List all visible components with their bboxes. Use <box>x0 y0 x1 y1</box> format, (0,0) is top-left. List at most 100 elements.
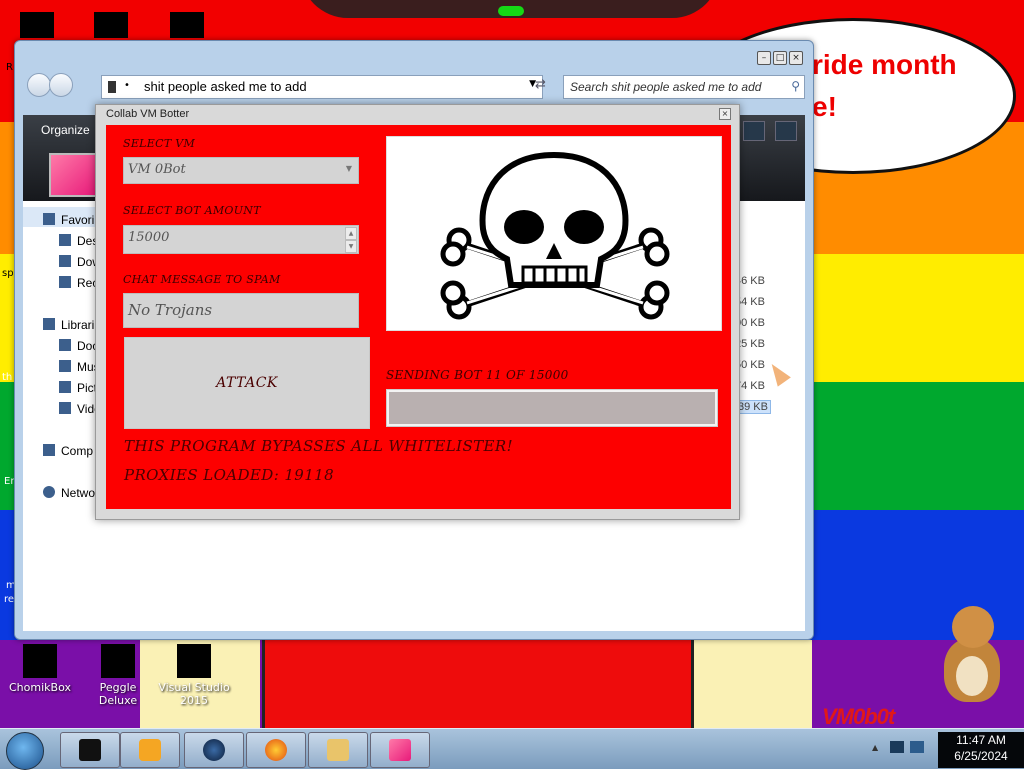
hamster-belly <box>956 656 988 696</box>
start-button[interactable] <box>6 732 44 770</box>
taskbar-item-folder[interactable] <box>308 732 368 768</box>
progress-fill <box>389 392 715 424</box>
file-size-selected[interactable]: 39 KB <box>735 400 771 414</box>
chat-message-input[interactable]: No Trojans <box>123 293 359 328</box>
clock-date: 6/25/2024 <box>954 749 1008 763</box>
botter-app-icon <box>389 739 411 761</box>
recent-icon <box>59 276 71 288</box>
nav-item-favorites[interactable]: Favori <box>43 213 94 227</box>
view-icon[interactable] <box>743 121 765 141</box>
back-button[interactable] <box>27 73 51 97</box>
peggle-icon <box>101 644 135 678</box>
left-fragment: th <box>2 372 13 383</box>
taskbar-item-explorer[interactable] <box>60 732 120 768</box>
desktop-icon-top-3[interactable] <box>170 12 204 38</box>
vm-watermark: VM0b0t <box>822 704 895 729</box>
maximize-button[interactable]: □ <box>773 51 787 65</box>
skull-crossbones-icon <box>440 151 670 320</box>
bot-amount-value: 15000 <box>128 230 170 245</box>
botter-panel: SELECT VM VM 0Bot ▼ SELECT BOT AMOUNT 15… <box>106 125 731 509</box>
folder-thumbnail <box>49 153 97 197</box>
address-bar[interactable]: • shit people asked me to add ▼ <box>101 75 543 99</box>
stepper-down-button[interactable]: ▼ <box>345 240 357 253</box>
desktop-icon <box>59 234 71 246</box>
taskbar: ▲ 11:47 AM 6/25/2024 <box>0 728 1024 770</box>
system-clock[interactable]: 11:47 AM 6/25/2024 <box>938 732 1024 768</box>
close-button[interactable]: × <box>719 108 731 120</box>
nav-item-computer[interactable]: Comp <box>43 444 93 458</box>
close-button[interactable]: × <box>789 51 803 65</box>
select-vm-dropdown[interactable]: VM 0Bot ▼ <box>123 157 359 184</box>
hamster-image <box>938 604 1004 708</box>
taskbar-item-globe[interactable] <box>184 732 244 768</box>
taskbar-item-botter[interactable] <box>370 732 430 768</box>
top-led-light <box>498 6 524 16</box>
search-box[interactable]: Search shit people asked me to add ⚲ <box>563 75 805 99</box>
window-title: Collab VM Botter <box>106 108 190 120</box>
left-fragment: sp <box>2 268 14 279</box>
taskbar-item-firefox[interactable] <box>246 732 306 768</box>
volume-tray-icon[interactable] <box>910 741 924 753</box>
bypass-text: THIS PROGRAM BYPASSES ALL WHITELISTER! <box>124 437 514 455</box>
media-player-icon <box>139 739 161 761</box>
stepper-up-button[interactable]: ▲ <box>345 227 357 240</box>
attack-button[interactable]: ATTACK <box>124 337 370 429</box>
hamster-head <box>952 606 994 648</box>
desktop-icon-visual-studio[interactable]: Visual Studio 2015 <box>156 644 232 707</box>
library-icon <box>43 318 55 330</box>
chat-message-label: CHAT MESSAGE TO SPAM <box>123 273 281 286</box>
desktop-icon-label: Peggle Deluxe <box>98 681 138 707</box>
desktop-icon-label: ChomikBox <box>9 681 71 694</box>
nav-item-network[interactable]: Netwo <box>43 486 95 500</box>
breadcrumb-arrow-icon: • <box>124 80 130 91</box>
nav-item-music[interactable]: Mus <box>59 360 100 374</box>
window-controls: – □ × <box>757 51 803 65</box>
desktop-icon-label: Visual Studio 2015 <box>158 681 230 707</box>
chomikbox-icon <box>23 644 57 678</box>
collab-vm-botter-window: Collab VM Botter × SELECT VM VM 0Bot ▼ S… <box>95 104 740 520</box>
forward-button[interactable] <box>49 73 73 97</box>
progress-bar <box>386 389 718 427</box>
tray-expand-icon[interactable]: ▲ <box>872 743 878 752</box>
bot-amount-stepper[interactable]: 15000 ▲ ▼ <box>123 225 359 254</box>
address-path: shit people asked me to add <box>144 79 307 94</box>
globe-icon <box>203 739 225 761</box>
network-icon <box>43 486 55 498</box>
desktop-icon-peggle[interactable]: Peggle Deluxe <box>80 644 156 707</box>
star-icon <box>43 213 55 225</box>
preview-pane-icon[interactable] <box>775 121 797 141</box>
bot-amount-label: SELECT BOT AMOUNT <box>123 204 261 217</box>
computer-icon <box>43 444 55 456</box>
speech-bubble-text: ride month e! <box>812 44 957 128</box>
left-fragment: R <box>6 62 13 73</box>
desktop-icon-chomikbox[interactable]: ChomikBox <box>2 644 78 694</box>
skull-image <box>386 136 722 331</box>
network-tray-icon[interactable] <box>890 741 904 753</box>
clock-time: 11:47 AM <box>956 733 1006 747</box>
nav-buttons <box>27 73 73 97</box>
search-icon[interactable]: ⚲ <box>791 79 800 93</box>
taskbar-item-media[interactable] <box>120 732 180 768</box>
videos-icon <box>59 402 71 414</box>
left-fragment: re <box>4 594 15 605</box>
select-vm-label: SELECT VM <box>123 137 196 150</box>
minimize-button[interactable]: – <box>757 51 771 65</box>
organize-menu[interactable]: Organize <box>41 123 90 137</box>
firefox-icon <box>265 739 287 761</box>
pictures-icon <box>59 381 71 393</box>
desktop-icon-top-1[interactable] <box>20 12 54 38</box>
music-icon <box>59 360 71 372</box>
chevron-down-icon: ▼ <box>345 164 352 173</box>
status-label: SENDING BOT 11 OF 15000 <box>386 368 569 382</box>
explorer-icon <box>79 739 101 761</box>
desktop-icon-top-2[interactable] <box>94 12 128 38</box>
speech-line-1: ride month <box>812 49 957 80</box>
documents-icon <box>59 339 71 351</box>
folder-icon <box>108 81 116 93</box>
nav-item-libraries[interactable]: Librari <box>43 318 94 332</box>
search-input[interactable]: Search shit people asked me to add <box>570 80 761 94</box>
folder-icon <box>327 739 349 761</box>
speech-line-2: e! <box>812 91 837 122</box>
system-tray: ▲ <box>866 729 942 769</box>
refresh-icon[interactable]: ⇄ <box>535 77 546 92</box>
